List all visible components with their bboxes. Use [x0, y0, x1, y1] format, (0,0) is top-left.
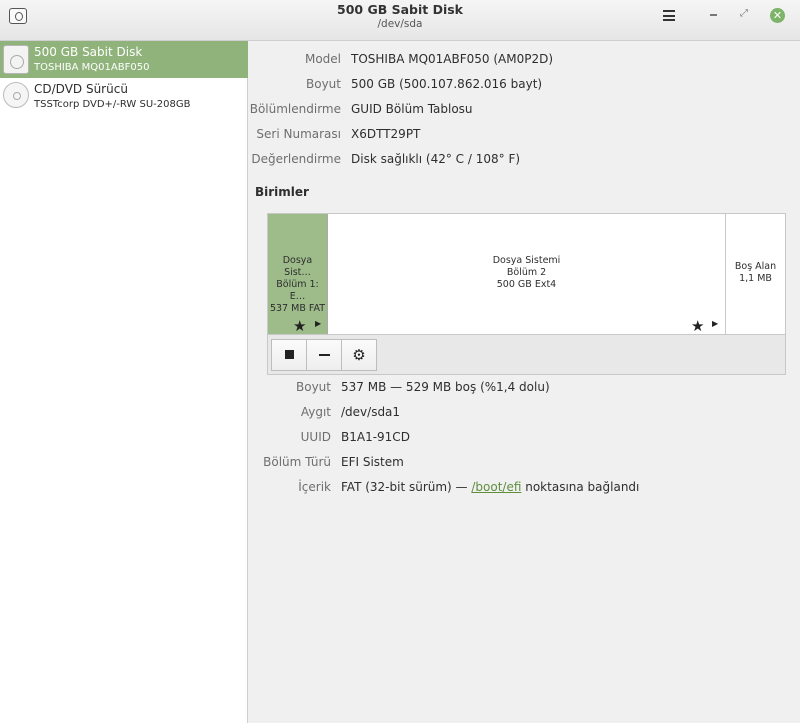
window-title: 500 GB Sabit Disk — [337, 2, 463, 17]
contents-label: İçerik — [298, 480, 331, 494]
drive-model: TOSHIBA MQ01ABF050 — [34, 62, 150, 73]
volume-line: Dosya Sistemi — [492, 255, 561, 266]
mount-point-link[interactable]: /boot/efi — [471, 480, 521, 494]
volume-toolbar: ⚙ — [268, 334, 785, 374]
partition-size-label: Boyut — [296, 380, 331, 394]
size-value: 500 GB (500.107.862.016 bayt) — [351, 77, 543, 91]
device-value: /dev/sda1 — [341, 405, 401, 419]
drive-name: 500 GB Sabit Disk — [34, 45, 143, 59]
remove-partition-button[interactable] — [306, 339, 342, 371]
play-icon: ▶ — [712, 319, 719, 328]
partitioning-label: Bölümlendirme — [249, 102, 341, 116]
star-icon: ★ — [293, 317, 307, 334]
partitioning-value: GUID Bölüm Tablosu — [351, 102, 473, 116]
volume-line: Boş Alan — [734, 261, 777, 272]
gears-icon: ⚙ — [352, 346, 366, 364]
volume-line: Bölüm 2 — [506, 267, 547, 278]
optical-disc-icon — [3, 82, 29, 108]
contents-prefix: FAT (32-bit sürüm) — — [341, 480, 472, 494]
drive-model: TSSTcorp DVD+/-RW SU-208GB — [34, 99, 191, 110]
hamburger-menu-icon[interactable] — [663, 10, 675, 21]
minimize-icon[interactable] — [710, 14, 717, 16]
partition-type-label: Bölüm Türü — [263, 455, 331, 469]
volume-line: 537 MB FAT — [269, 303, 326, 314]
close-icon[interactable]: ✕ — [770, 8, 785, 23]
disk-details: Model TOSHIBA MQ01ABF050 (AM0P2D) Boyut … — [249, 41, 800, 723]
size-label: Boyut — [306, 77, 341, 91]
volumes-panel: Dosya Sist… Bölüm 1: E… 537 MB FAT ★ ▶ D… — [267, 213, 786, 375]
drive-item-hard-disk[interactable]: 500 GB Sabit Disk TOSHIBA MQ01ABF050 — [0, 41, 248, 78]
partition-type-value: EFI Sistem — [341, 455, 404, 469]
drive-name: CD/DVD Sürücü — [34, 82, 128, 96]
model-label: Model — [304, 52, 341, 66]
volume-line: Bölüm 1: E… — [276, 279, 319, 302]
maximize-icon[interactable]: ⤢ — [740, 8, 748, 19]
stop-icon — [284, 350, 294, 359]
drive-list: 500 GB Sabit Disk TOSHIBA MQ01ABF050 CD/… — [0, 41, 248, 723]
drive-item-cd-dvd[interactable]: CD/DVD Sürücü TSSTcorp DVD+/-RW SU-208GB — [0, 78, 248, 115]
volume-partition-2[interactable]: Dosya Sistemi Bölüm 2 500 GB Ext4 ★ ▶ — [328, 214, 726, 334]
volumes-heading: Birimler — [255, 185, 309, 199]
contents-suffix: noktasına bağlandı — [521, 480, 640, 494]
hard-disk-icon — [3, 45, 29, 74]
play-icon: ▶ — [315, 319, 322, 328]
title-bar: 500 GB Sabit Disk /dev/sda ⤢ ✕ — [0, 0, 800, 41]
volume-line: Dosya Sist… — [282, 255, 313, 278]
assessment-label: Değerlendirme — [251, 152, 341, 166]
device-label: Aygıt — [300, 405, 331, 419]
window-subtitle: /dev/sda — [377, 18, 423, 30]
assessment-value: Disk sağlıklı (42° C / 108° F) — [351, 152, 521, 166]
uuid-label: UUID — [300, 430, 331, 444]
model-value: TOSHIBA MQ01ABF050 (AM0P2D) — [351, 52, 554, 66]
partition-settings-button[interactable]: ⚙ — [341, 339, 377, 371]
contents-value: FAT (32-bit sürüm) — /boot/efi noktasına… — [341, 480, 639, 494]
minus-icon — [318, 353, 330, 356]
volume-free-space[interactable]: Boş Alan 1,1 MB — [726, 214, 785, 334]
partition-size-value: 537 MB — 529 MB boş (%1,4 dolu) — [341, 380, 550, 394]
volume-line: 1,1 MB — [739, 273, 772, 284]
serial-label: Seri Numarası — [256, 127, 341, 141]
stop-button[interactable] — [271, 339, 307, 371]
volume-bar: Dosya Sist… Bölüm 1: E… 537 MB FAT ★ ▶ D… — [268, 214, 785, 334]
volume-line: 500 GB Ext4 — [496, 279, 557, 290]
volume-partition-1[interactable]: Dosya Sist… Bölüm 1: E… 537 MB FAT ★ ▶ — [268, 214, 328, 334]
star-icon: ★ — [691, 317, 705, 334]
serial-value: X6DTT29PT — [351, 127, 421, 141]
uuid-value: B1A1-91CD — [341, 430, 410, 444]
